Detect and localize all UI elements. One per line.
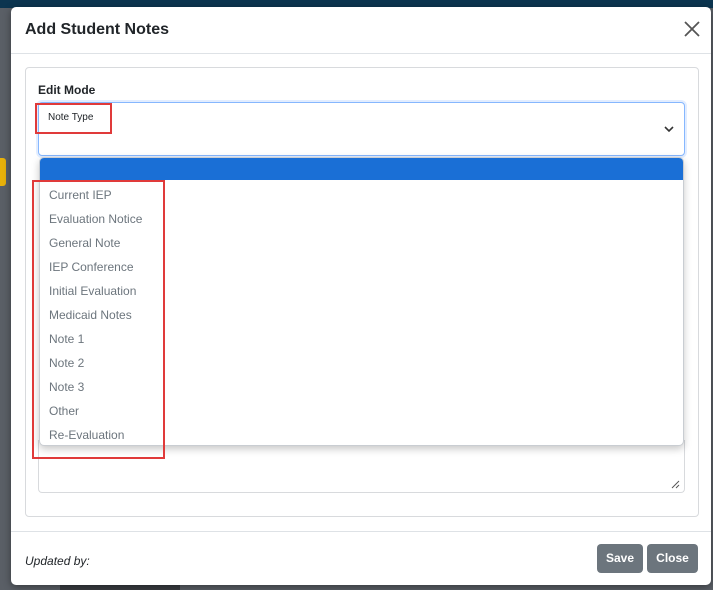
note-type-select[interactable]: Note Type bbox=[38, 102, 685, 156]
updated-by-label: Updated by: bbox=[25, 554, 90, 568]
dropdown-option-empty[interactable] bbox=[40, 158, 683, 180]
annotation-box-options bbox=[32, 180, 165, 459]
modal-footer: Updated by: Save Close bbox=[11, 531, 711, 585]
annotation-box-note-type bbox=[35, 103, 112, 134]
close-icon[interactable] bbox=[681, 18, 703, 40]
section-label: Edit Mode bbox=[38, 83, 96, 97]
chevron-down-icon bbox=[664, 126, 674, 133]
modal-header: Add Student Notes bbox=[11, 7, 711, 54]
background-yellow-tab bbox=[0, 158, 6, 186]
close-button[interactable]: Close bbox=[647, 544, 698, 573]
resize-handle-icon[interactable] bbox=[671, 480, 680, 489]
add-student-notes-modal: Add Student Notes Edit Mode Note Type Cu… bbox=[11, 7, 711, 585]
save-button[interactable]: Save bbox=[597, 544, 643, 573]
modal-title: Add Student Notes bbox=[25, 21, 169, 38]
